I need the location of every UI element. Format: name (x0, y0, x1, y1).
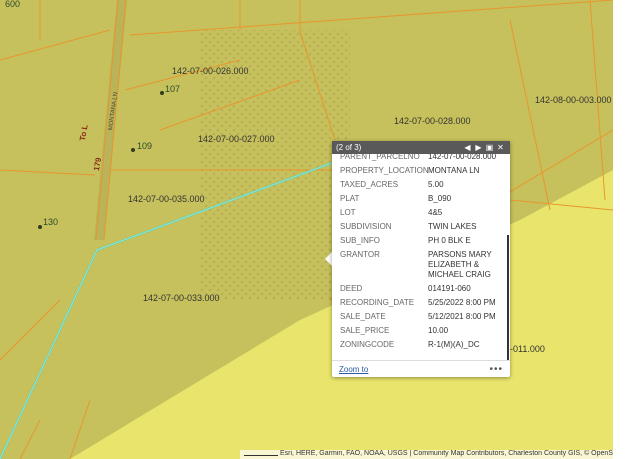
parcel-label: 142-07-00-027.000 (198, 134, 275, 144)
address-label: 109 (137, 141, 153, 151)
attribute-key: DEED (340, 284, 363, 293)
attribute-key: PLAT (340, 194, 360, 203)
attribute-row: PROPERTY_LOCATION MONTANA LN (332, 164, 510, 178)
address-point (160, 91, 164, 95)
popup-header: (2 of 3) ◀ ▶ ▣ ✕ (332, 141, 510, 154)
attribute-value: PARSONS MARY ELIZABETH & MICHAEL CRAIG (428, 250, 492, 279)
attribute-key: SUBDIVISION (340, 222, 392, 231)
attribute-key: PARENT_PARCELNO (340, 154, 420, 161)
attribute-row: SALE_PRICE 10.00 (332, 324, 510, 338)
map-view[interactable]: 142-07-00-026.000 142-07-00-027.000 142-… (0, 0, 613, 459)
attribute-value: 5.00 (428, 180, 444, 189)
zoom-to-link[interactable]: Zoom to (339, 365, 489, 374)
attribute-key: SALE_PRICE (340, 326, 390, 335)
address-label: 600 (5, 0, 21, 9)
dock-icon[interactable]: ▣ (484, 142, 495, 153)
map-canvas (0, 0, 613, 459)
close-icon[interactable]: ✕ (495, 142, 506, 153)
attribute-row: SUB_INFO PH 0 BLK E (332, 234, 510, 248)
address-point (38, 225, 42, 229)
parcel-label: -011.000 (510, 344, 545, 354)
parcel-label: 142-07-00-035.000 (128, 194, 205, 204)
attribute-row: RECORDING_DATE 5/25/2022 8:00 PM (332, 296, 510, 310)
attribute-row: PLAT B_090 (332, 192, 510, 206)
popup-footer: Zoom to ••• (332, 360, 510, 377)
popup-scrollbar[interactable] (507, 235, 509, 360)
attribute-key: GRANTOR (340, 250, 380, 259)
attribute-list[interactable]: PARENT_PARCELNO 142-07-00-028.000 PROPERTY… (332, 154, 510, 360)
attribute-key: LOT (340, 208, 356, 217)
attribute-key: RECORDING_DATE (340, 298, 415, 307)
parcel-label: 142-07-00-033.000 (143, 293, 220, 303)
attribute-value: 014191-060 (428, 284, 471, 293)
attribute-value: 10.00 (428, 326, 449, 335)
feature-count: (2 of 3) (336, 143, 362, 152)
parcel-label: 142-07-00-028.000 (394, 116, 471, 126)
prev-icon[interactable]: ◀ (462, 142, 473, 153)
attribute-key: TAXED_ACRES (340, 180, 399, 189)
attribute-value: B_090 (428, 194, 452, 203)
attribute-key: ZONINGCODE (340, 340, 395, 349)
attribute-key: PROPERTY_LOCATION (340, 166, 429, 175)
attribute-row: GRANTOR PARSONS MARY ELIZABETH & MICHAEL … (332, 248, 510, 282)
attribute-value: PH 0 BLK E (428, 236, 471, 245)
address-label: 130 (43, 217, 59, 227)
attribute-row: ZONINGCODE R-1(M)(A)_DC (332, 338, 510, 352)
address-label: 107 (165, 84, 181, 94)
attribute-row: DEED 014191-060 (332, 282, 510, 296)
attribute-row: PARENT_PARCELNO 142-07-00-028.000 (332, 154, 510, 164)
attribute-value: 5/12/2021 8:00 PM (428, 312, 496, 321)
map-attribution: Esri, HERE, Garmin, FAO, NOAA, USGS | Co… (240, 450, 613, 459)
attribute-row: SUBDIVISION TWIN LAKES (332, 220, 510, 234)
attribute-key: SUB_INFO (340, 236, 381, 245)
page-scrollbar[interactable] (613, 0, 640, 459)
attribute-row: LOT 4&5 (332, 206, 510, 220)
attribute-row: TAXED_ACRES 5.00 (332, 178, 510, 192)
more-icon[interactable]: ••• (489, 364, 503, 375)
parcel-label: 142-07-00-026.000 (172, 66, 249, 76)
attribute-value: R-1(M)(A)_DC (428, 340, 480, 349)
attribute-value: 142-07-00-028.000 (428, 154, 497, 161)
parcel-label: 142-08-00-003.000 (535, 95, 612, 105)
attribute-value: TWIN LAKES (428, 222, 477, 231)
attribute-row: SALE_DATE 5/12/2021 8:00 PM (332, 310, 510, 324)
attribute-value: 5/25/2022 8:00 PM (428, 298, 496, 307)
feature-popup: (2 of 3) ◀ ▶ ▣ ✕ PARENT_PARCELNO 142-07-0… (332, 141, 510, 377)
next-icon[interactable]: ▶ (473, 142, 484, 153)
scale-bar (244, 455, 278, 458)
address-point (131, 148, 135, 152)
attribute-value: MONTANA LN (428, 166, 480, 175)
attribute-value: 4&5 (428, 208, 443, 217)
popup-pointer (325, 252, 332, 266)
attribute-key: SALE_DATE (340, 312, 386, 321)
